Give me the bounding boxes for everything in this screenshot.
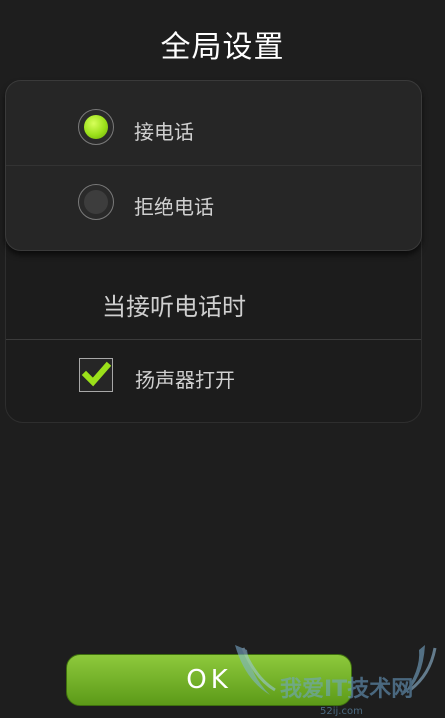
- dialog-title: 全局设置: [160, 30, 285, 65]
- section-heading: 当接听电话时: [102, 293, 246, 321]
- radio-label-reject: 拒绝电话: [134, 195, 214, 219]
- call-mode-popup: 接电话 拒绝电话: [5, 80, 422, 251]
- watermark-subtext: 52ij.com: [320, 706, 363, 717]
- radio-reject-call-row[interactable]: 拒绝电话: [6, 165, 421, 250]
- radio-answer-call-row[interactable]: 接电话: [6, 81, 421, 166]
- watermark-logo: 我爱IT技术网 52ij.com: [235, 645, 437, 717]
- speaker-checkbox[interactable]: [79, 358, 113, 392]
- speaker-option-row[interactable]: 扬声器打开: [6, 340, 421, 414]
- checkmark-icon: [81, 361, 111, 387]
- radio-label-answer: 接电话: [134, 120, 194, 144]
- radio-reject-call[interactable]: [78, 184, 114, 220]
- watermark-text: 我爱IT技术网: [280, 677, 413, 702]
- radio-answer-call[interactable]: [78, 109, 114, 145]
- speaker-label: 扬声器打开: [135, 368, 235, 392]
- radio-selected-dot-icon: [84, 115, 108, 139]
- radio-unselected-dot-icon: [84, 190, 108, 214]
